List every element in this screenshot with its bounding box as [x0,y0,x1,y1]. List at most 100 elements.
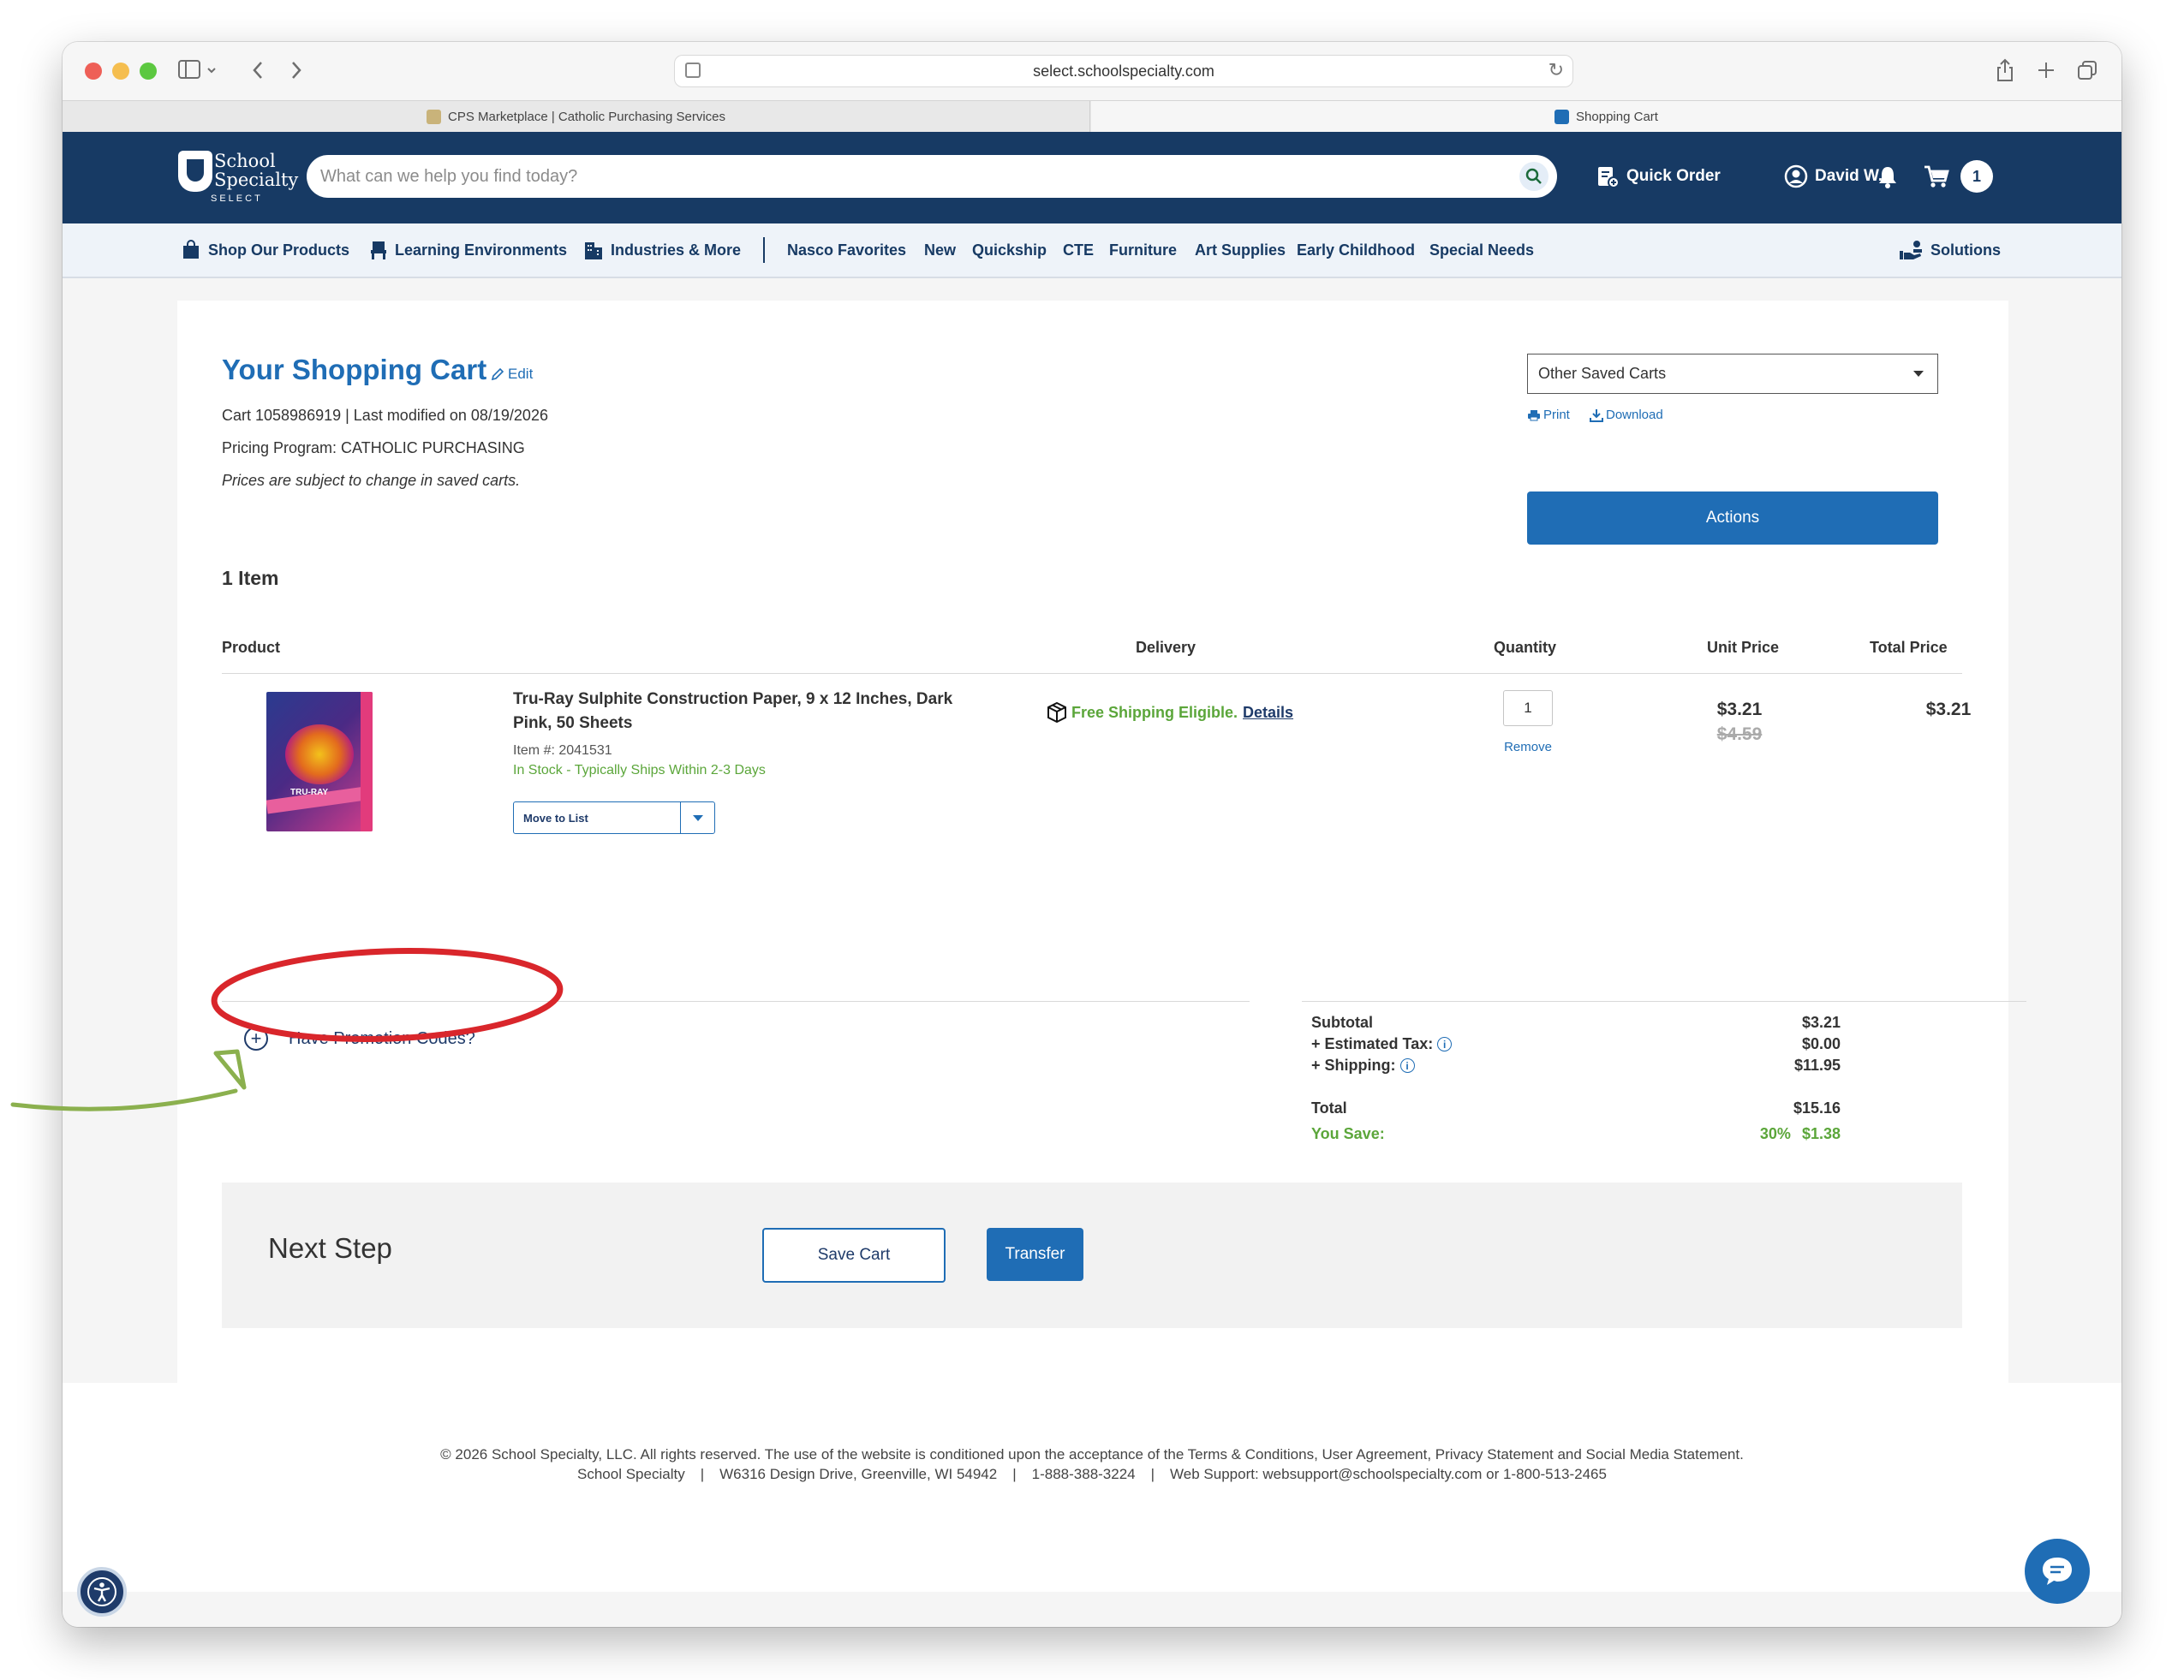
nav-art-supplies[interactable]: Art Supplies [1195,223,1286,277]
nav-industries-more[interactable]: Industries & More [583,223,741,277]
table-divider [222,673,1962,674]
printer-icon [1528,409,1540,420]
move-to-list-dropdown[interactable]: Move to List [513,801,715,834]
chat-button[interactable] [2025,1539,2090,1604]
estimated-tax-value: $0.00 [1801,1035,1841,1052]
quick-order-label: Quick Order [1626,167,1721,185]
url-text: select.schoolspecialty.com [1033,62,1214,80]
you-save-value: 30% $1.38 [1760,1125,1841,1143]
logo-mark-icon [178,151,212,192]
other-saved-carts-select[interactable]: Other Saved Carts [1527,354,1938,394]
category-nav: Shop Our Products Learning Environments … [63,223,2121,278]
back-icon[interactable] [242,54,273,86]
nav-label: Learning Environments [395,241,568,259]
shipping-info-icon[interactable]: i [1399,1058,1415,1073]
school-specialty-logo[interactable]: School Specialty SELECT [178,147,307,209]
nav-quickship[interactable]: Quickship [972,223,1047,277]
search-bar [307,155,1557,198]
footer-address: W6316 Design Drive, Greenville, WI 54942 [719,1466,998,1482]
nav-solutions[interactable]: Solutions [1898,223,2001,277]
cps-favicon-icon [426,110,441,124]
logo-word-3: SELECT [211,194,263,204]
nav-shop-our-products[interactable]: Shop Our Products [181,223,349,277]
summary-divider [1302,1001,2026,1002]
tab-label: CPS Marketplace | Catholic Purchasing Se… [447,110,726,124]
forward-icon[interactable] [281,54,312,86]
footer-separator: | [1012,1466,1017,1482]
nav-new[interactable]: New [924,223,956,277]
search-input[interactable] [320,155,1485,198]
zoom-window-button[interactable] [140,63,157,80]
original-price: $4.59 [1716,724,1763,744]
tax-info-icon[interactable]: i [1437,1037,1453,1051]
search-button[interactable] [1519,162,1548,191]
footer-support[interactable]: Web Support: websupport@schoolspecialty.… [1170,1466,1607,1482]
delivery-info: Free Shipping Eligible. Details [1046,701,1293,724]
column-header-unit-price: Unit Price [1707,639,1780,656]
saved-carts-value: Other Saved Carts [1538,365,1667,382]
tab-shopping-cart[interactable]: Shopping Cart [1091,101,2121,133]
actions-button[interactable]: Actions [1527,491,1938,545]
nav-nasco-favorites[interactable]: Nasco Favorites [787,223,906,277]
shipping-row: + Shipping: i [1311,1057,1415,1075]
sidebar-toggle-icon[interactable] [172,54,224,86]
you-save-label: You Save: [1311,1125,1385,1142]
nav-early-childhood[interactable]: Early Childhood [1297,223,1415,277]
download-link[interactable]: Download [1590,408,1663,422]
cart-count-badge[interactable]: 1 [1960,160,1993,193]
save-percent: 30% [1759,1125,1791,1142]
promo-divider [222,1001,1250,1002]
share-icon[interactable] [1990,54,2020,86]
estimated-tax-label: + Estimated Tax: [1311,1035,1434,1052]
user-icon [1784,164,1808,188]
subtotal-value: $3.21 [1801,1014,1841,1031]
pricing-program: Pricing Program: CATHOLIC PURCHASING [222,439,525,456]
nav-label: Industries & More [611,241,742,259]
footer-contact: School Specialty | W6316 Design Drive, Gre… [63,1464,2121,1484]
minimize-window-button[interactable] [112,63,129,80]
account-menu[interactable]: David W. [1784,159,1883,194]
nav-label: Solutions [1930,241,2001,259]
delivery-text: Free Shipping Eligible. [1071,703,1238,721]
promotion-codes-toggle[interactable]: + Have Promotion Codes? [244,1027,475,1051]
cart-button[interactable] [1923,159,1957,194]
download-label: Download [1606,408,1663,422]
quick-order-link[interactable]: Quick Order [1596,159,1721,194]
footer-separator: | [1150,1466,1155,1482]
delivery-details-link[interactable]: Details [1243,704,1293,722]
product-image[interactable]: TRU-RAY [266,692,373,831]
remove-item-link[interactable]: Remove [1503,740,1553,754]
address-bar[interactable]: select.schoolspecialty.com ↻ [674,55,1573,87]
edit-cart-link[interactable]: Edit [491,366,533,383]
edit-label: Edit [508,366,534,382]
print-link[interactable]: Print [1527,408,1570,422]
dropdown-divider [680,802,681,833]
tab-bar: CPS Marketplace | Catholic Purchasing Se… [63,100,2121,133]
tab-label: Shopping Cart [1576,110,1658,124]
reload-icon[interactable]: ↻ [1548,59,1564,81]
bell-icon [1879,167,1896,188]
site-settings-icon[interactable] [685,63,701,78]
accessibility-button[interactable] [77,1567,127,1617]
save-cart-button[interactable]: Save Cart [762,1228,946,1283]
nav-furniture[interactable]: Furniture [1109,223,1177,277]
nav-special-needs[interactable]: Special Needs [1429,223,1534,277]
tab-cps-marketplace[interactable]: CPS Marketplace | Catholic Purchasing Se… [63,101,1090,133]
new-tab-icon[interactable] [2031,54,2062,86]
cart-info: Cart 1058986919 | Last modified on 08/19… [222,407,548,424]
school-specialty-favicon-icon [1554,110,1570,124]
print-label: Print [1543,408,1570,422]
quantity-input[interactable] [1503,690,1553,726]
transfer-button[interactable]: Transfer [987,1228,1083,1281]
column-header-total-price: Total Price [1870,639,1948,656]
product-name-link[interactable]: Tru-Ray Sulphite Construction Paper, 9 x… [513,688,958,736]
nav-cte[interactable]: CTE [1063,223,1094,277]
logo-word-2: Specialty [214,170,299,190]
footer-company: School Specialty [577,1466,685,1482]
nav-learning-environments[interactable]: Learning Environments [369,223,567,277]
notifications-button[interactable] [1877,159,1906,194]
tab-overview-icon[interactable] [2072,54,2103,86]
close-window-button[interactable] [85,63,102,80]
plus-circle-icon: + [244,1027,268,1051]
footer-phone[interactable]: 1-888-388-3224 [1032,1466,1136,1482]
